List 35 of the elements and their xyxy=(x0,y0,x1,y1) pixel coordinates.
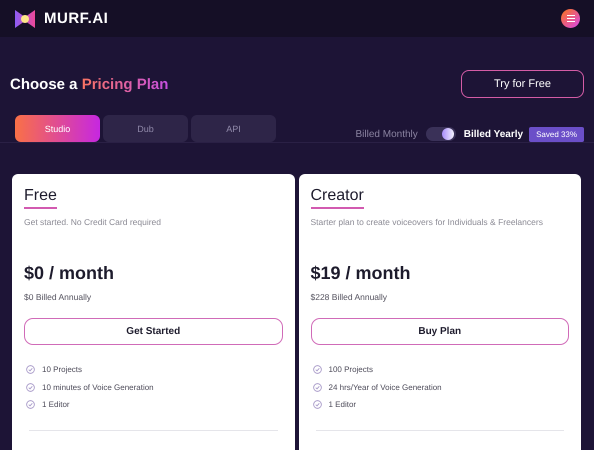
plan-description: Starter plan to create voiceovers for Individuals & Freelancers xyxy=(310,217,544,227)
check-circle-icon xyxy=(26,382,35,392)
billed-monthly-label: Billed Monthly xyxy=(356,128,418,140)
feature-text: 100 Projects xyxy=(328,365,373,374)
annual-price: $0 Billed Annually xyxy=(24,292,92,302)
try-for-free-button[interactable]: Try for Free xyxy=(461,70,584,98)
feature-text: 1 Editor xyxy=(42,400,70,410)
menu-button[interactable] xyxy=(561,9,580,28)
feature-text: 24 hrs/Year of Voice Generation xyxy=(328,382,442,392)
feature-text: 1 Editor xyxy=(328,400,356,410)
billing-toggle[interactable] xyxy=(426,127,456,141)
logo-icon xyxy=(14,8,36,30)
check-circle-icon xyxy=(312,365,322,374)
product-tab[interactable]: Studio xyxy=(15,115,100,142)
brand-name: MURF.AI xyxy=(44,10,108,27)
billed-yearly-label: Billed Yearly xyxy=(464,128,524,140)
check-circle-icon xyxy=(312,382,322,392)
product-tab[interactable]: API xyxy=(191,115,276,142)
plan-name: Creator xyxy=(310,187,364,209)
menu-icon xyxy=(566,15,574,22)
check-circle-icon xyxy=(312,400,322,410)
product-tab[interactable]: Dub xyxy=(103,115,188,142)
savings-badge: Saved 33% xyxy=(529,126,584,142)
annual-price: $228 Billed Annually xyxy=(310,292,388,302)
check-circle-icon xyxy=(26,365,35,374)
check-circle-icon xyxy=(26,400,35,410)
plan-price: $0 / month xyxy=(24,263,116,284)
plan-price: $19 / month xyxy=(310,263,412,284)
plan-name: Free xyxy=(24,187,57,209)
feature-text: 10 minutes of Voice Generation xyxy=(42,382,154,392)
plan-button[interactable]: Buy Plan xyxy=(310,318,569,345)
plan-button[interactable]: Get Started xyxy=(24,318,282,345)
feature-text: 10 Projects xyxy=(42,365,82,374)
plan-description: Get started. No Credit Card required xyxy=(24,217,162,227)
page-heading: Choose a Pricing Plan xyxy=(10,76,168,92)
